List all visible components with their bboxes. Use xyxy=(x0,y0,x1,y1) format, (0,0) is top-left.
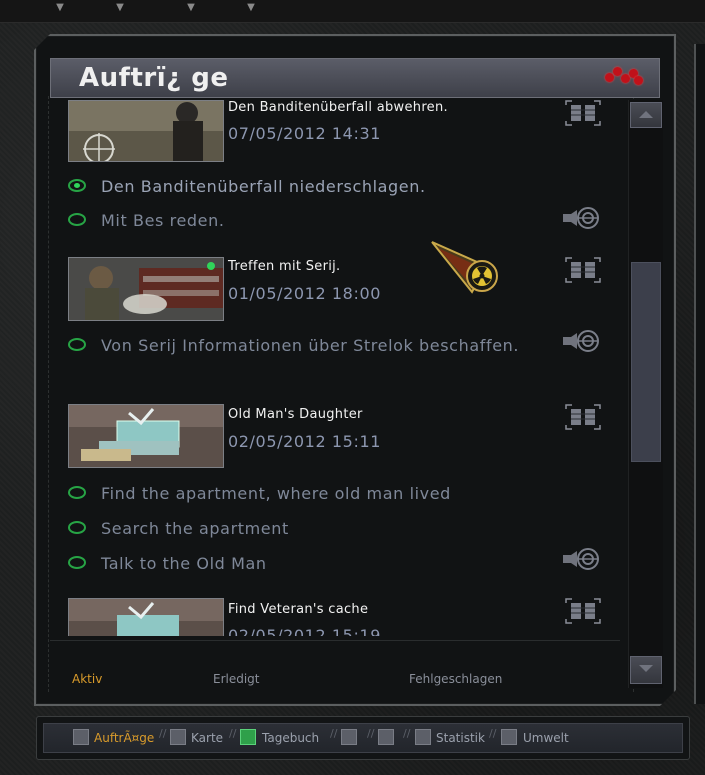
nav-umwelt[interactable]: Umwelt xyxy=(523,731,569,745)
objective-radio[interactable] xyxy=(68,338,86,351)
tab-fehlgeschlagen[interactable]: Fehlgeschlagen xyxy=(409,672,502,686)
top-strip: ▼ ▼ ▼ ▼ xyxy=(0,0,705,23)
quest-thumbnail xyxy=(68,404,224,468)
objective-radio[interactable] xyxy=(68,521,86,534)
bottom-nav: AuftrÃ¤ge // Karte // Tagebuch // // // … xyxy=(36,716,690,760)
scroll-up-button[interactable] xyxy=(630,102,662,128)
red-indicator-icon xyxy=(603,67,643,87)
target-icon[interactable] xyxy=(561,328,601,354)
folder-icon xyxy=(73,729,89,745)
separator: // xyxy=(367,727,375,740)
cursor-icon xyxy=(431,241,498,294)
nav-tagebuch[interactable]: Tagebuch xyxy=(262,731,319,745)
quest-thumbnail xyxy=(68,598,224,636)
objective-radio[interactable] xyxy=(68,556,86,569)
tab-erledigt[interactable]: Erledigt xyxy=(213,672,260,686)
arrow-icon: ▼ xyxy=(56,2,64,13)
divider xyxy=(50,640,620,641)
scroll-down-button[interactable] xyxy=(630,656,662,684)
separator: // xyxy=(229,727,237,740)
title-bar: Auftrï¿ ge xyxy=(50,58,660,98)
quest-date: 07/05/2012 14:31 xyxy=(228,124,382,143)
objective-radio[interactable] xyxy=(68,486,86,499)
target-icon[interactable] xyxy=(561,205,601,231)
scrollbar[interactable] xyxy=(628,100,663,688)
journal-icon xyxy=(240,729,256,745)
nav-karte[interactable]: Karte xyxy=(191,731,223,745)
contacts-icon[interactable] xyxy=(341,729,357,745)
encyclopedia-icon xyxy=(501,729,517,745)
objective-text: Talk to the Old Man xyxy=(101,554,267,573)
quest-thumbnail xyxy=(68,100,224,162)
objective-text: Von Serij Informationen über Strelok bes… xyxy=(101,336,520,355)
nav-statistik[interactable]: Statistik xyxy=(436,731,485,745)
objective-text: Mit Bes reden. xyxy=(101,211,225,230)
arrow-icon: ▼ xyxy=(247,2,255,13)
map-icon[interactable] xyxy=(565,100,601,126)
quest-thumbnail xyxy=(68,257,224,321)
scroll-thumb[interactable] xyxy=(631,262,661,462)
quest-title: Find Veteran's cache xyxy=(228,602,369,617)
quest-list[interactable]: Den Banditenüberfall abwehren. 07/05/201… xyxy=(62,100,617,636)
map-icon[interactable] xyxy=(565,257,601,283)
separator: // xyxy=(489,727,497,740)
objective-text: Den Banditenüberfall niederschlagen. xyxy=(101,177,426,196)
quest-date: 02/05/2012 15:11 xyxy=(228,432,382,451)
objective-text: Search the apartment xyxy=(101,519,289,538)
arrow-icon: ▼ xyxy=(116,2,124,13)
separator: // xyxy=(330,727,338,740)
ranking-icon[interactable] xyxy=(378,729,394,745)
separator: // xyxy=(159,727,167,740)
objective-radio[interactable] xyxy=(68,179,86,192)
nav-auftraege[interactable]: AuftrÃ¤ge xyxy=(94,731,154,745)
side-frame xyxy=(694,44,705,704)
quest-date: 01/05/2012 18:00 xyxy=(228,284,382,303)
stats-icon xyxy=(415,729,431,745)
map-icon[interactable] xyxy=(565,598,601,624)
target-icon[interactable] xyxy=(561,546,601,572)
page-title: Auftrï¿ ge xyxy=(79,63,229,93)
arrow-icon: ▼ xyxy=(187,2,195,13)
tab-aktiv[interactable]: Aktiv xyxy=(72,672,102,686)
map-icon[interactable] xyxy=(565,404,601,430)
objective-text: Find the apartment, where old man lived xyxy=(101,484,451,503)
quest-title: Den Banditenüberfall abwehren. xyxy=(228,100,448,115)
separator: // xyxy=(403,727,411,740)
quest-title: Old Man's Daughter xyxy=(228,407,363,422)
map-icon xyxy=(170,729,186,745)
objective-radio[interactable] xyxy=(68,213,86,226)
quest-date: 02/05/2012 15:19 xyxy=(228,626,382,636)
quest-title: Treffen mit Serij. xyxy=(228,259,341,274)
